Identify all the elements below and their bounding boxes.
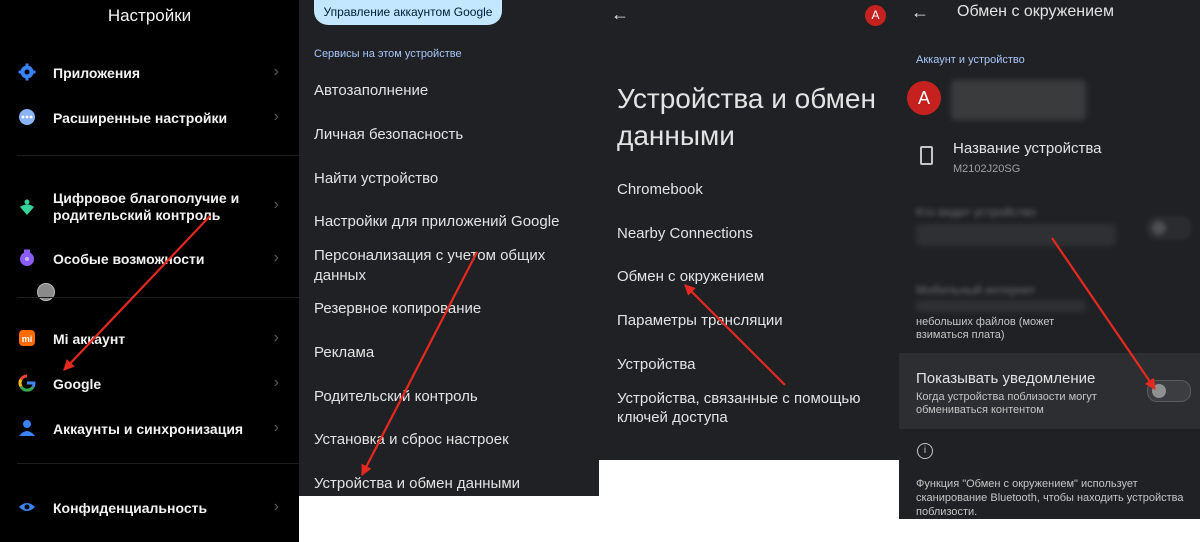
arrow-to-notification-toggle [1051, 237, 1156, 390]
arrow-to-google [63, 215, 211, 371]
annotation-arrows [63, 215, 1156, 476]
arrow-to-devices-sharing [361, 251, 478, 476]
arrow-to-nearby-share [684, 284, 786, 386]
